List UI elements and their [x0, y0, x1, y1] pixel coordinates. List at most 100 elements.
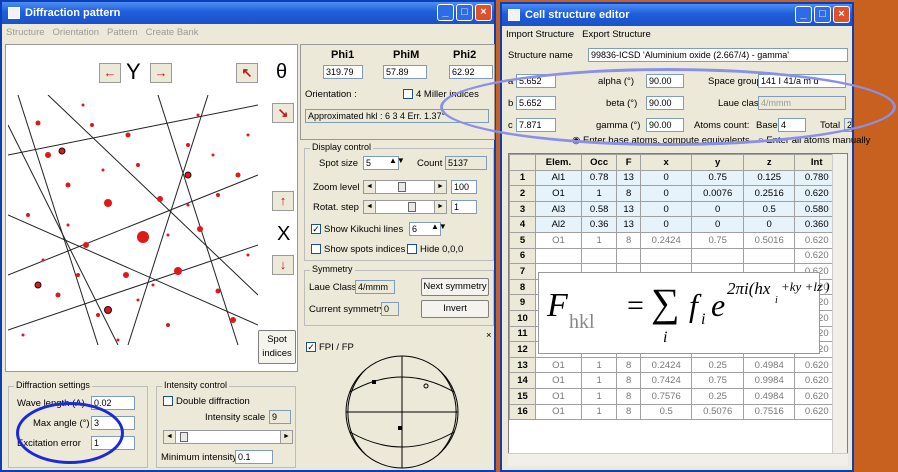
miller-check-box[interactable] [403, 89, 413, 100]
header-occ[interactable]: Occ [580, 154, 618, 171]
table-cell[interactable]: 8 [616, 403, 641, 421]
table-cell[interactable]: 0 [691, 200, 744, 218]
table-row[interactable]: 6 0.620 [509, 247, 839, 265]
table-cell[interactable]: O1 [535, 372, 582, 389]
hide-checkbox[interactable]: Hide 0,0,0 [407, 244, 463, 255]
table-cell[interactable]: 0 [639, 200, 693, 218]
table-cell[interactable]: O1 [535, 356, 582, 374]
rotate-left-y-button[interactable]: ← [99, 63, 121, 83]
diffraction-pattern-plot[interactable] [8, 95, 258, 345]
kikuchi-checkbox[interactable]: ✓ Show Kikuchi lines [311, 224, 403, 235]
close-small-icon[interactable]: × [486, 330, 492, 341]
menu-structure[interactable]: Structure [6, 27, 45, 38]
table-cell[interactable]: 13 [616, 200, 641, 218]
slider-thumb[interactable] [180, 432, 188, 442]
table-cell[interactable]: 0.2424 [639, 356, 693, 374]
table-cell[interactable]: 8 [616, 185, 641, 202]
table-cell[interactable]: 0.7424 [639, 372, 693, 389]
table-cell[interactable]: 0.4984 [742, 387, 796, 405]
slider-thumb[interactable] [398, 182, 406, 192]
arrow-left-icon[interactable]: ◄ [364, 201, 376, 213]
double-diffraction-checkbox[interactable]: Double diffraction [163, 396, 250, 407]
min-intensity-input[interactable]: 0.1 [235, 450, 273, 464]
cell-title-bar[interactable]: Cell structure editor _ □ × [502, 4, 852, 26]
table-cell[interactable]: O1 [535, 231, 582, 249]
table-cell[interactable]: 0.78 [580, 169, 618, 187]
rotate-diag-down-button[interactable]: ↘ [272, 103, 294, 123]
table-cell[interactable]: 0.75 [691, 231, 744, 249]
table-cell[interactable]: 0.2516 [742, 185, 796, 202]
hide-check-box[interactable] [407, 244, 417, 255]
spot-indices-button[interactable]: Spot indices [258, 330, 296, 364]
phi1-input[interactable]: 319.79 [323, 65, 363, 79]
table-cell[interactable] [639, 247, 693, 265]
arrow-left-icon[interactable]: ◄ [364, 181, 376, 193]
vertical-scrollbar[interactable] [832, 154, 847, 454]
table-cell[interactable]: 8 [616, 372, 641, 389]
arrow-right-icon[interactable]: ► [280, 431, 292, 443]
close-button[interactable]: × [833, 6, 850, 23]
arrow-right-icon[interactable]: ► [434, 181, 446, 193]
minimize-button[interactable]: _ [437, 4, 454, 21]
next-symmetry-button[interactable]: Next symmetry [421, 278, 489, 296]
table-cell[interactable]: 0.36 [580, 216, 618, 233]
table-cell[interactable]: 13 [616, 169, 641, 187]
table-row[interactable]: 13 O1 1 8 0.2424 0.25 0.4984 0.620 [509, 356, 839, 374]
table-cell[interactable]: Al3 [535, 200, 582, 218]
table-cell[interactable]: 0 [639, 216, 693, 233]
table-cell[interactable]: 1 [580, 185, 618, 202]
rotate-diag-up-button[interactable]: ↖ [236, 63, 258, 83]
intensity-slider[interactable]: ◄ ► [163, 430, 293, 444]
stereographic-projection[interactable] [342, 352, 462, 472]
header-elem[interactable]: Elem. [535, 154, 582, 171]
fpi-check-box[interactable]: ✓ [306, 342, 316, 353]
arrow-right-icon[interactable]: ► [434, 201, 446, 213]
table-cell[interactable]: 8 [616, 387, 641, 405]
table-cell[interactable]: 0 [742, 216, 796, 233]
phi2-input[interactable]: 62.92 [449, 65, 493, 79]
table-cell[interactable] [580, 247, 618, 265]
table-cell[interactable]: 0.2424 [639, 231, 693, 249]
table-cell[interactable]: 0.75 [691, 169, 744, 187]
maximize-button[interactable]: □ [456, 4, 473, 21]
rotat-input[interactable]: 1 [451, 200, 477, 214]
table-row[interactable]: 2 O1 1 8 0 0.0076 0.2516 0.620 [509, 185, 839, 202]
spin-icon[interactable]: ▲▼ [431, 222, 447, 231]
table-row[interactable]: 15 O1 1 8 0.7576 0.25 0.4984 0.620 [509, 387, 839, 405]
structure-name-input[interactable]: 99836-ICSD 'Aluminium oxide (2.667/4) - … [588, 48, 848, 62]
table-row[interactable]: 14 O1 1 8 0.7424 0.75 0.9984 0.620 [509, 372, 839, 389]
table-cell[interactable]: 0.5 [742, 200, 796, 218]
table-cell[interactable]: 0.75 [691, 372, 744, 389]
zoom-input[interactable]: 100 [451, 180, 477, 194]
table-row[interactable]: 4 Al2 0.36 13 0 0 0 0.360 [509, 216, 839, 233]
table-cell[interactable]: 8 [616, 231, 641, 249]
kikuchi-check-box[interactable]: ✓ [311, 224, 321, 235]
diffraction-title-bar[interactable]: Diffraction pattern _ □ × [2, 2, 494, 24]
table-cell[interactable]: 0 [639, 185, 693, 202]
table-cell[interactable]: Al2 [535, 216, 582, 233]
rotate-down-x-button[interactable]: ↓ [272, 255, 294, 275]
menu-import[interactable]: Import Structure [506, 29, 574, 40]
table-cell[interactable]: 0.125 [742, 169, 796, 187]
double-check-box[interactable] [163, 396, 173, 407]
spots-indices-checkbox[interactable]: Show spots indices [311, 244, 405, 255]
table-cell[interactable]: 1 [580, 372, 618, 389]
menu-create-bank[interactable]: Create Bank [146, 27, 199, 38]
table-cell[interactable]: 0.0076 [691, 185, 744, 202]
table-row[interactable]: 1 Al1 0.78 13 0 0.75 0.125 0.780 [509, 169, 839, 187]
table-cell[interactable]: O1 [535, 185, 582, 202]
table-row[interactable]: 5 O1 1 8 0.2424 0.75 0.5016 0.620 [509, 231, 839, 249]
rotate-up-x-button[interactable]: ↑ [272, 191, 294, 211]
close-button[interactable]: × [475, 4, 492, 21]
menu-export[interactable]: Export Structure [582, 29, 651, 40]
table-cell[interactable] [742, 247, 796, 265]
table-cell[interactable]: 0.25 [691, 387, 744, 405]
table-cell[interactable]: 8 [616, 356, 641, 374]
minimize-button[interactable]: _ [795, 6, 812, 23]
table-cell[interactable]: 0.9984 [742, 372, 796, 389]
table-cell[interactable]: 0.7576 [639, 387, 693, 405]
invert-button[interactable]: Invert [421, 300, 489, 318]
table-cell[interactable]: 1 [580, 387, 618, 405]
table-cell[interactable] [535, 247, 582, 265]
zoom-slider[interactable]: ◄ ► [363, 180, 447, 194]
